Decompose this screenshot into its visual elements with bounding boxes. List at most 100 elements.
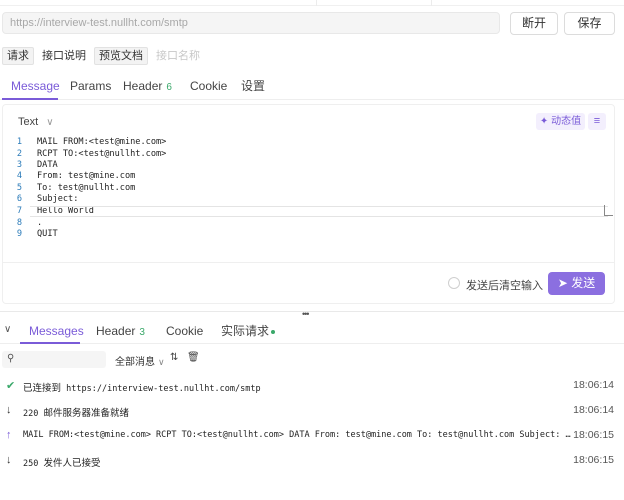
arrow-down-icon: ↓ — [6, 404, 12, 416]
message-content: MAIL FROM:<test@mine.com> RCPT TO:<test@… — [23, 430, 571, 440]
divider — [2, 262, 615, 263]
line-number: 4 — [16, 171, 22, 181]
message-search-input[interactable]: ⚲ — [2, 351, 106, 368]
code-line: 4 From: test@mine.com — [8, 171, 608, 182]
line-text: Subject: — [37, 194, 79, 204]
message-content: 邮件服务器准备就绪 — [43, 408, 129, 419]
dynamic-value-button[interactable]: ✦ 动态值 — [536, 113, 585, 130]
top-strip — [0, 0, 624, 6]
active-tab-indicator — [2, 98, 58, 100]
text-cursor — [604, 205, 613, 216]
message-prefix: 已连接到 — [23, 383, 62, 394]
api-name-input[interactable]: 接口名称 — [152, 47, 204, 65]
message-text: 250 发件人已接受 — [23, 455, 571, 469]
line-number: 7 — [16, 206, 22, 216]
message-text: 220 邮件服务器准备就绪 — [23, 405, 571, 419]
arrow-down-icon: ↓ — [6, 454, 12, 466]
tab-message[interactable]: Message — [11, 72, 60, 100]
response-tabs — [0, 318, 624, 344]
message-text: 已连接到 https://interview-test.nullht.com/s… — [23, 380, 571, 394]
tab-params[interactable]: Params — [70, 72, 111, 100]
filter-lines-icon[interactable]: ⇅ — [170, 352, 178, 363]
message-content: 发件人已接受 — [43, 458, 101, 469]
collapse-chevron-icon[interactable]: ∨ — [4, 324, 11, 335]
message-row[interactable]: ↑ MAIL FROM:<test@mine.com> RCPT TO:<tes… — [0, 424, 624, 448]
message-text: MAIL FROM:<test@mine.com> RCPT TO:<test@… — [23, 430, 571, 440]
line-text: RCPT TO:<test@nullht.com> — [37, 149, 167, 159]
send-plane-icon: ➤ — [557, 276, 568, 290]
message-row[interactable]: ↓ 220 邮件服务器准备就绪 18:06:14 — [0, 399, 624, 423]
message-time: 18:06:15 — [573, 454, 614, 466]
send-button[interactable]: ➤ 发送 — [548, 272, 605, 295]
doc-tab-request[interactable]: 请求 — [2, 47, 34, 65]
message-code: 250 — [23, 459, 44, 469]
status-dot-icon — [271, 329, 276, 334]
header-count-badge: 6 — [166, 82, 172, 93]
code-line: 1 MAIL FROM:<test@mine.com> — [8, 137, 608, 148]
tab-actual-request-label: 实际请求 — [221, 324, 270, 338]
chevron-down-icon: ∨ — [158, 357, 165, 367]
tab-header[interactable]: Header 6 — [123, 72, 172, 100]
tab-header-label: Header — [123, 79, 163, 93]
message-code: 220 — [23, 409, 44, 419]
url-input[interactable]: https://interview-test.nullht.com/smtp — [2, 12, 500, 34]
line-text: To: test@nullht.com — [37, 183, 136, 193]
active-response-tab-indicator — [20, 342, 80, 344]
message-row[interactable]: ↓ 250 发件人已接受 18:06:15 — [0, 449, 624, 473]
response-header-count-badge: 3 — [139, 327, 145, 338]
tab-response-cookie[interactable]: Cookie — [166, 318, 203, 344]
code-line: 5 To: test@nullht.com — [8, 183, 608, 194]
message-type-select[interactable]: 全部消息 ∨ — [115, 353, 165, 368]
line-number: 8 — [16, 218, 22, 228]
line-text: From: test@mine.com — [37, 171, 136, 181]
panel-splitter[interactable] — [0, 311, 624, 317]
format-select[interactable]: Text ∨ — [18, 116, 54, 128]
tab-response-header-label: Header — [96, 324, 136, 338]
request-tabs: Message Params Header 6 Cookie 设置 — [0, 72, 624, 100]
line-number: 1 — [16, 137, 22, 147]
message-type-value: 全部消息 — [115, 357, 155, 368]
tab-messages[interactable]: Messages — [29, 318, 84, 344]
line-number: 6 — [16, 194, 22, 204]
message-time: 18:06:14 — [573, 404, 614, 416]
line-number: 3 — [16, 160, 22, 170]
line-text: QUIT — [37, 229, 58, 239]
tab-cookie[interactable]: Cookie — [190, 72, 227, 100]
format-select-value: Text — [18, 116, 39, 128]
align-lines-icon: ≡ — [593, 115, 601, 127]
doc-tab-preview-doc[interactable]: 预览文档 — [94, 47, 148, 65]
send-label: 发送 — [571, 276, 596, 290]
code-line: 2 RCPT TO:<test@nullht.com> — [8, 149, 608, 160]
doc-tab-api-doc[interactable]: 接口说明 — [38, 47, 90, 65]
clear-after-send-label: 发送后清空输入 — [466, 280, 543, 292]
top-strip-segment — [317, 0, 432, 6]
code-line: 3 DATA — [8, 160, 608, 171]
magic-wand-icon: ✦ — [539, 116, 549, 127]
message-time: 18:06:14 — [573, 379, 614, 391]
code-line: 6 Subject: — [8, 194, 608, 205]
line-text: . — [37, 218, 43, 228]
line-number: 9 — [16, 229, 22, 239]
tab-response-header[interactable]: Header 3 — [96, 318, 145, 344]
dynamic-value-label: 动态值 — [551, 116, 582, 127]
code-line: 9 QUIT — [8, 229, 608, 240]
clear-after-send-checkbox[interactable] — [448, 277, 460, 289]
tab-settings[interactable]: 设置 — [241, 72, 265, 100]
save-button[interactable]: 保存 — [564, 12, 615, 35]
current-line-highlight — [30, 206, 608, 217]
disconnect-button[interactable]: 断开 — [510, 12, 558, 35]
line-number: 5 — [16, 183, 22, 193]
trash-icon[interactable]: 🗑 — [187, 352, 200, 363]
format-text-button[interactable]: ≡ — [588, 113, 606, 130]
tab-actual-request[interactable]: 实际请求 — [221, 318, 276, 344]
message-url: https://interview-test.nullht.com/smtp — [61, 384, 261, 394]
doc-tabs: 请求 接口说明 预览文档 接口名称 — [2, 47, 208, 65]
top-strip-segment — [0, 0, 317, 6]
code-editor[interactable]: 1 MAIL FROM:<test@mine.com> 2 RCPT TO:<tes… — [8, 137, 608, 261]
code-line: 8. — [8, 218, 608, 229]
line-number: 2 — [16, 149, 22, 159]
message-row[interactable]: ✔ 已连接到 https://interview-test.nullht.com… — [0, 374, 624, 398]
line-text: DATA — [37, 160, 58, 170]
check-circle-icon: ✔ — [6, 380, 16, 392]
arrow-up-icon: ↑ — [6, 429, 12, 441]
